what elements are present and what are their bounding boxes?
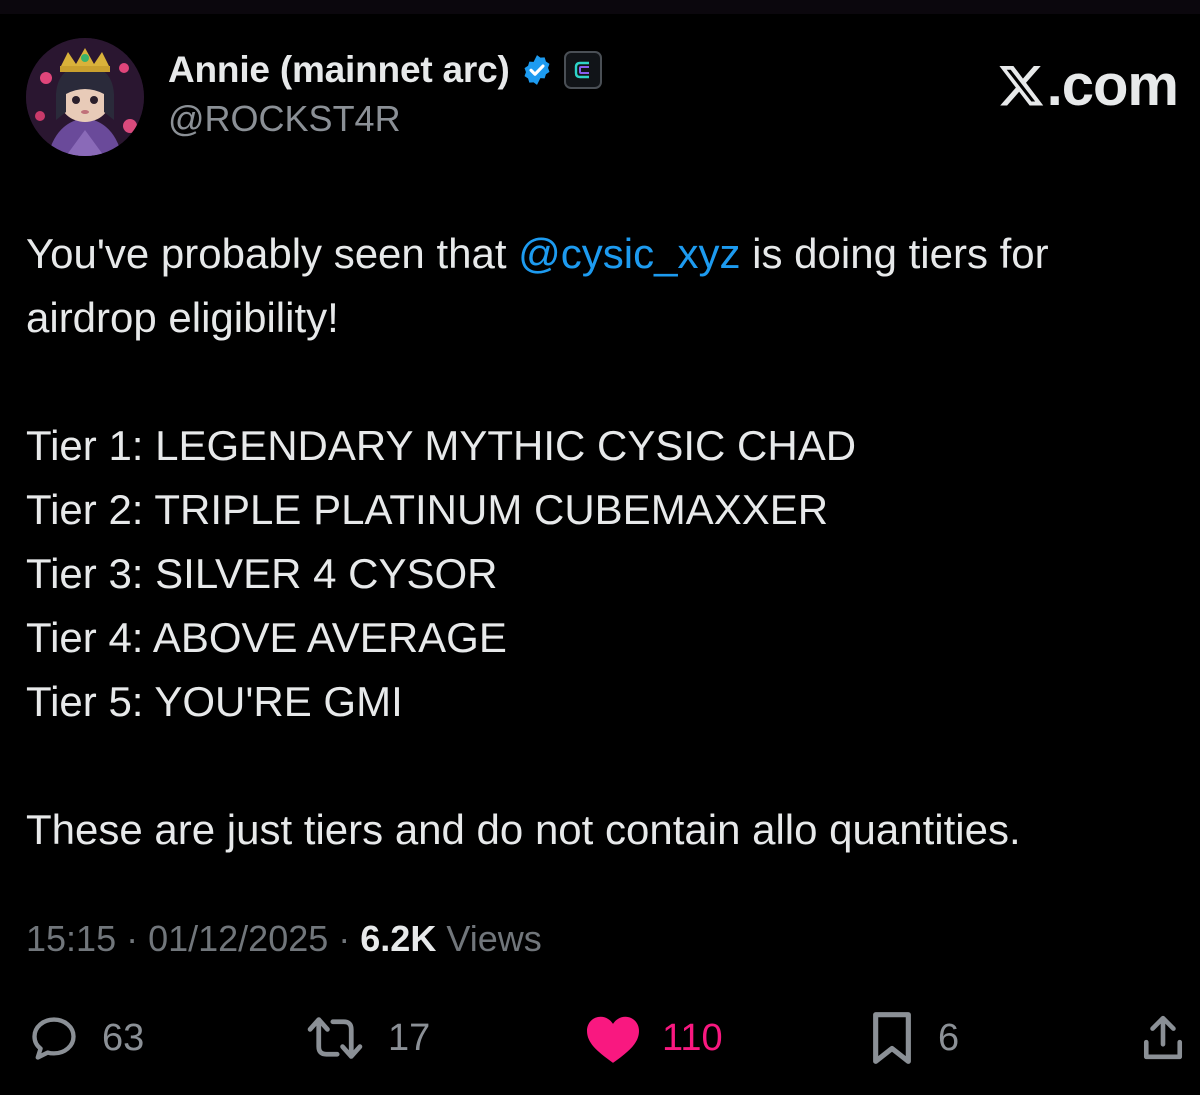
- x-brand: .com: [999, 52, 1179, 119]
- reply-icon: [32, 1017, 76, 1060]
- bookmark-count: 6: [938, 1016, 960, 1059]
- tweet-date[interactable]: 01/12/2025: [148, 918, 328, 959]
- status-bar-strip: [0, 0, 1200, 14]
- author-handle[interactable]: @ROCKST4R: [168, 98, 401, 140]
- like-button[interactable]: 110: [584, 1010, 723, 1066]
- tier-line: Tier 1: LEGENDARY MYTHIC CYSIC CHAD: [26, 422, 857, 469]
- cysic-logo-icon: [574, 61, 589, 79]
- avatar-image: [26, 38, 144, 156]
- tweet-closing: These are just tiers and do not contain …: [26, 806, 1021, 853]
- tweet-intro: You've probably seen that @cysic_xyz is …: [26, 222, 1176, 350]
- bookmark-button[interactable]: 6: [866, 1010, 959, 1066]
- repost-button[interactable]: 17: [302, 1010, 430, 1066]
- repost-count: 17: [388, 1016, 431, 1059]
- tier-line: Tier 4: ABOVE AVERAGE: [26, 614, 507, 661]
- reply-count: 63: [102, 1016, 145, 1059]
- tweet-intro-text: You've probably seen that: [26, 230, 519, 277]
- verified-badge-icon: [524, 55, 550, 85]
- avatar[interactable]: [26, 38, 144, 156]
- meta-separator: ·: [328, 918, 361, 959]
- brand-domain: .com: [1046, 53, 1179, 118]
- affiliation-badge[interactable]: [563, 51, 602, 89]
- reply-button[interactable]: 63: [26, 1010, 144, 1066]
- repost-icon: [307, 1017, 363, 1059]
- views-count[interactable]: 6.2K: [360, 918, 436, 959]
- share-icon: [1143, 1015, 1183, 1060]
- author-name-row: Annie (mainnet arc): [168, 48, 602, 92]
- tweet-time[interactable]: 15:15: [26, 918, 116, 959]
- x-logo-icon: [999, 65, 1043, 106]
- mention-link[interactable]: @cysic_xyz: [518, 230, 740, 277]
- tweet-text: You've probably seen that @cysic_xyz is …: [26, 222, 1176, 862]
- meta-separator: ·: [116, 918, 149, 959]
- like-count: 110: [662, 1016, 723, 1059]
- author-display-name[interactable]: Annie (mainnet arc): [168, 49, 510, 91]
- views-label: Views: [436, 918, 542, 959]
- heart-icon: [587, 1016, 639, 1063]
- tier-line: Tier 5: YOU'RE GMI: [26, 678, 403, 725]
- tweet-meta: 15:15 · 01/12/2025 · 6.2K Views: [26, 918, 542, 960]
- bookmark-icon: [873, 1012, 911, 1064]
- share-button[interactable]: [1140, 1010, 1186, 1066]
- tier-line: Tier 2: TRIPLE PLATINUM CUBEMAXXER: [26, 486, 829, 533]
- tier-line: Tier 3: SILVER 4 CYSOR: [26, 550, 498, 597]
